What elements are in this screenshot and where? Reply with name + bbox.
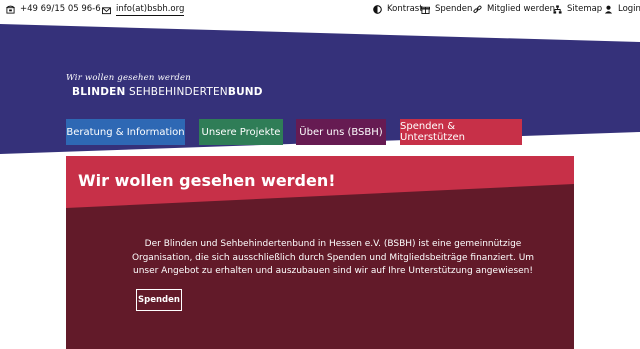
- contrast-label: Kontrast: [387, 4, 423, 14]
- logo-part-bund: BUND: [227, 86, 263, 98]
- donate-link[interactable]: Spenden: [421, 4, 472, 15]
- membership-label: Mitglied werden: [487, 4, 556, 14]
- contrast-icon: [373, 5, 382, 14]
- hero-title: Wir wollen gesehen werden!: [78, 171, 336, 190]
- logo-wordmark: BLINDEN SEHBEHINDERTENBUND: [72, 86, 263, 98]
- email-address: info(at)bsbh.org: [116, 4, 185, 16]
- phone-link[interactable]: +49 69/15 05 96-6: [6, 4, 101, 15]
- login-link[interactable]: Login: [604, 4, 640, 15]
- hero-text: Der Blinden und Sehbehindertenbund in He…: [131, 239, 535, 276]
- logo-part-sehbehinderten: SEHBEHINDERTEN: [129, 86, 228, 98]
- link-icon: [473, 5, 482, 14]
- donate-button[interactable]: Spenden: [136, 289, 182, 311]
- membership-link[interactable]: Mitglied werden: [473, 4, 555, 15]
- nav-label: Spenden & Unterstützen: [400, 121, 465, 143]
- donate-button-label: Spenden: [138, 295, 180, 305]
- phone-number: +49 69/15 05 96-6: [20, 4, 101, 14]
- nav-ueber-uns[interactable]: Über uns (BSBH): [296, 119, 386, 145]
- mail-icon: [102, 6, 111, 14]
- nav-label: Über uns (BSBH): [299, 126, 383, 138]
- logo-tagline: Wir wollen gesehen werden: [66, 73, 191, 83]
- login-label: Login: [618, 4, 640, 14]
- nav-projekte[interactable]: Unsere Projekte: [199, 119, 283, 145]
- donate-label: Spenden: [435, 4, 473, 14]
- sitemap-label: Sitemap: [567, 4, 603, 14]
- contrast-link[interactable]: Kontrast: [373, 4, 423, 15]
- nav-label: Unsere Projekte: [201, 126, 281, 138]
- email-link[interactable]: info(at)bsbh.org: [102, 4, 185, 16]
- user-icon: [604, 5, 613, 14]
- nav-beratung[interactable]: Beratung & Information: [66, 119, 185, 145]
- sitemap-icon: [553, 5, 562, 14]
- nav-spenden[interactable]: Spenden & Unterstützen: [400, 119, 522, 145]
- sitemap-link[interactable]: Sitemap: [553, 4, 602, 15]
- nav-label: Beratung & Information: [66, 126, 185, 138]
- gift-icon: [421, 6, 430, 14]
- top-bar: +49 69/15 05 96-6 info(at)bsbh.org Kontr…: [0, 0, 640, 22]
- logo-part-blinden: BLINDEN: [72, 86, 126, 98]
- phone-icon: [6, 5, 15, 14]
